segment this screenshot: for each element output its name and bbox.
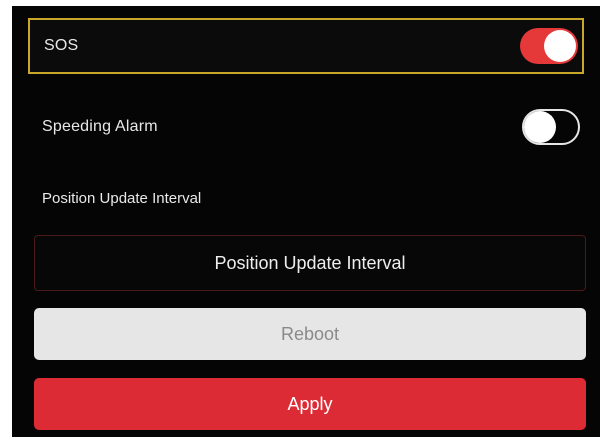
toggle-knob [524, 111, 556, 143]
reboot-button[interactable]: Reboot [34, 308, 586, 360]
position-update-interval-field[interactable]: Position Update Interval [34, 235, 586, 291]
speeding-alarm-label: Speeding Alarm [42, 118, 158, 135]
speeding-alarm-setting-row[interactable]: Speeding Alarm [28, 102, 584, 152]
sos-toggle[interactable] [520, 28, 578, 64]
sos-label: SOS [44, 37, 79, 54]
position-update-interval-label: Position Update Interval [42, 190, 202, 207]
speeding-alarm-toggle[interactable] [522, 109, 580, 145]
apply-button[interactable]: Apply [34, 378, 586, 430]
settings-panel: SOS Speeding Alarm Position Update Inter… [12, 6, 600, 437]
toggle-knob [544, 30, 576, 62]
sos-setting-row[interactable]: SOS [28, 18, 584, 74]
